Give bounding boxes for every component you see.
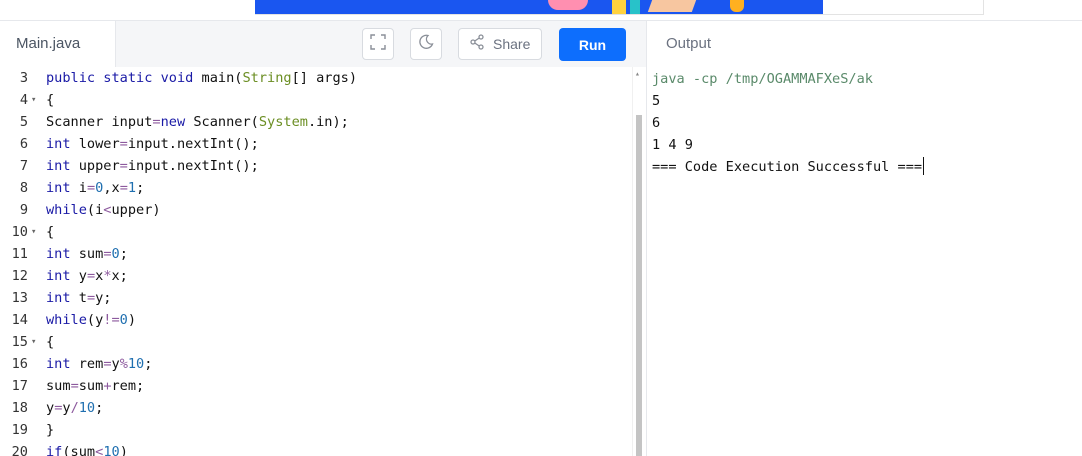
code-text[interactable]: int y=x*x;: [46, 265, 128, 287]
code-line[interactable]: 11 int sum=0;: [0, 243, 632, 265]
code-text[interactable]: Scanner input=new Scanner(System.in);: [46, 111, 349, 133]
code-text[interactable]: int t=y;: [46, 287, 112, 309]
text-cursor: [923, 157, 925, 175]
tab-output[interactable]: Output: [646, 21, 1082, 67]
code-line[interactable]: 13 int t=y;: [0, 287, 632, 309]
code-text[interactable]: }: [46, 419, 54, 441]
output-tab-label: Output: [666, 35, 712, 52]
file-tab-label: Main.java: [16, 35, 81, 52]
dark-mode-button[interactable]: [410, 28, 442, 60]
ad-decoration: [548, 0, 588, 10]
dark-mode-icon: [418, 34, 434, 54]
fold-arrow-icon[interactable]: ▾: [31, 89, 36, 111]
ad-decoration: [630, 0, 640, 14]
fullscreen-button[interactable]: [362, 28, 394, 60]
line-number: 19: [11, 422, 28, 438]
line-number: 16: [11, 356, 28, 372]
code-line[interactable]: 19}: [0, 419, 632, 441]
code-text[interactable]: {: [46, 331, 54, 353]
line-number: 7: [19, 158, 28, 174]
line-number: 12: [11, 268, 28, 284]
output-line: 5: [652, 93, 661, 109]
code-line[interactable]: 7 int upper=input.nextInt();: [0, 155, 632, 177]
ad-decoration: [647, 0, 697, 12]
code-line[interactable]: 3 public static void main(String[] args): [0, 67, 632, 89]
share-icon: [469, 34, 485, 54]
code-text[interactable]: int sum=0;: [46, 243, 128, 265]
code-line[interactable]: 14 while(y!=0): [0, 309, 632, 331]
code-line[interactable]: 10 ▾ {: [0, 221, 632, 243]
code-text[interactable]: while(i<upper): [46, 199, 161, 221]
code-text[interactable]: y=y/10;: [46, 397, 103, 419]
code-text[interactable]: {: [46, 89, 54, 111]
code-editor[interactable]: 3 public static void main(String[] args) 4…: [0, 67, 646, 456]
code-line[interactable]: 20 if(sum<10): [0, 441, 632, 456]
code-text[interactable]: int i=0,x=1;: [46, 177, 144, 199]
line-number: 9: [19, 202, 28, 218]
code-text[interactable]: int rem=y%10;: [46, 353, 152, 375]
line-number: 3: [19, 70, 28, 86]
code-line[interactable]: 18 y=y/10;: [0, 397, 632, 419]
output-line: 1 4 9: [652, 137, 693, 153]
line-number: 10: [11, 224, 28, 240]
code-line[interactable]: 17 sum=sum+rem;: [0, 375, 632, 397]
code-text[interactable]: sum=sum+rem;: [46, 375, 144, 397]
code-text[interactable]: int upper=input.nextInt();: [46, 155, 259, 177]
code-line[interactable]: 15 ▾ {: [0, 331, 632, 353]
ad-decoration: [612, 0, 626, 14]
line-number: 20: [11, 444, 28, 456]
line-number: 5: [19, 114, 28, 130]
code-text[interactable]: int lower=input.nextInt();: [46, 133, 259, 155]
line-number: 17: [11, 378, 28, 394]
editor-scrollbar-thumb[interactable]: [636, 115, 642, 456]
output-line: === Code Execution Successful ===: [652, 157, 925, 175]
output-line: 6: [652, 115, 661, 131]
share-button[interactable]: Share: [458, 28, 542, 60]
line-number: 8: [19, 180, 28, 196]
fullscreen-icon: [370, 34, 386, 54]
scroll-up-icon[interactable]: ▴: [635, 69, 640, 78]
code-text[interactable]: if(sum<10): [46, 441, 128, 456]
line-number: 4: [19, 92, 28, 108]
code-line[interactable]: 9 while(i<upper): [0, 199, 632, 221]
code-line[interactable]: 8 int i=0,x=1;: [0, 177, 632, 199]
output-console[interactable]: java -cp /tmp/OGAMMAFXeS/ak 5 6 1 4 9 === Co…: [646, 67, 1082, 456]
share-label: Share: [493, 36, 531, 52]
run-button[interactable]: Run: [559, 28, 626, 61]
line-number: 11: [11, 246, 28, 262]
code-line[interactable]: 12 int y=x*x;: [0, 265, 632, 287]
fold-arrow-icon[interactable]: ▾: [31, 221, 36, 243]
fold-arrow-icon[interactable]: ▾: [31, 331, 36, 353]
line-number: 13: [11, 290, 28, 306]
code-text[interactable]: while(y!=0): [46, 309, 136, 331]
line-number: 15: [11, 334, 28, 350]
code-line[interactable]: 16 int rem=y%10;: [0, 353, 632, 375]
tab-main-java[interactable]: Main.java: [0, 21, 116, 67]
line-number: 14: [11, 312, 28, 328]
output-line: java -cp /tmp/OGAMMAFXeS/ak: [652, 71, 873, 87]
ad-banner[interactable]: [0, 0, 1082, 20]
editor-header: Main.java Share Run Output: [0, 20, 1082, 67]
code-line[interactable]: 6 int lower=input.nextInt();: [0, 133, 632, 155]
code-text[interactable]: {: [46, 221, 54, 243]
line-number: 6: [19, 136, 28, 152]
ad-decoration: [730, 0, 744, 12]
code-line[interactable]: 5 Scanner input=new Scanner(System.in);: [0, 111, 632, 133]
code-text[interactable]: public static void main(String[] args): [46, 67, 357, 89]
code-line[interactable]: 4 ▾ {: [0, 89, 632, 111]
line-number: 18: [11, 400, 28, 416]
